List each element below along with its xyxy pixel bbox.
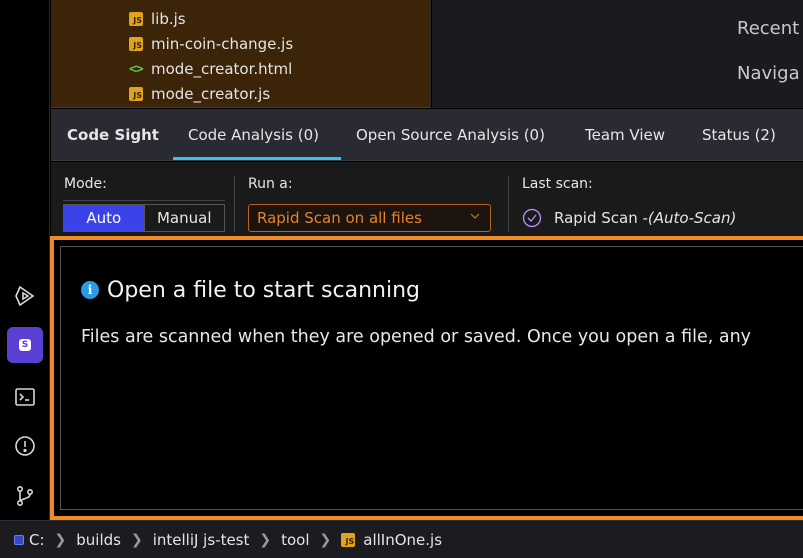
tab-team-view[interactable]: Team View <box>585 109 665 161</box>
tree-item-mode-creator-js[interactable]: JS mode_creator.js <box>129 84 270 104</box>
tree-item-label: min-coin-change.js <box>151 35 294 53</box>
activity-bar: S <box>0 0 50 520</box>
drive-icon <box>14 534 24 545</box>
mode-auto-button[interactable]: Auto <box>64 205 144 231</box>
check-circle-icon <box>522 208 542 228</box>
empty-state-title: Open a file to start scanning <box>107 278 420 303</box>
breadcrumb-label: intelliJ js-test <box>152 530 250 549</box>
js-file-icon: JS <box>341 532 356 547</box>
project-file-tree: JS lib.js JS min-coin-change.js <> mode_… <box>51 0 431 108</box>
mode-toggle: Auto Manual <box>63 204 225 232</box>
breadcrumb-item-builds[interactable]: builds <box>76 531 121 549</box>
js-file-icon: JS <box>129 37 143 51</box>
chevron-right-icon: ❯ <box>130 531 143 548</box>
terminal-icon[interactable] <box>7 379 43 415</box>
git-icon[interactable] <box>7 478 43 514</box>
run-label: Run a: <box>248 176 293 192</box>
tree-item-lib-js[interactable]: JS lib.js <box>129 9 186 29</box>
run-scan-value: Rapid Scan on all files <box>257 209 422 227</box>
code-sight-badge: S <box>19 339 31 351</box>
last-scan-type: Rapid Scan - <box>554 209 648 227</box>
welcome-panel: Recent Naviga <box>432 0 803 108</box>
run-scan-select[interactable]: Rapid Scan on all files <box>248 204 491 232</box>
controls-separator <box>234 176 235 232</box>
mode-divider <box>63 200 225 201</box>
last-scan-label: Last scan: <box>522 176 593 192</box>
breadcrumb-item-file[interactable]: JS allInOne.js <box>341 531 442 549</box>
problems-icon[interactable] <box>7 428 43 464</box>
tree-item-label: lib.js <box>151 10 186 28</box>
tree-item-mode-creator-html[interactable]: <> mode_creator.html <box>129 59 292 79</box>
info-icon: i <box>81 281 99 299</box>
chevron-right-icon: ❯ <box>259 531 272 548</box>
code-sight-tabs: Code Sight Code Analysis (0) Open Source… <box>51 109 803 161</box>
breadcrumb-item-drive[interactable]: C: <box>14 531 45 549</box>
run-icon[interactable] <box>7 278 43 314</box>
tab-open-source-analysis[interactable]: Open Source Analysis (0) <box>356 109 545 161</box>
chevron-right-icon: ❯ <box>54 531 67 548</box>
active-tab-indicator <box>173 157 341 160</box>
js-file-icon: JS <box>129 87 143 101</box>
chevron-right-icon: ❯ <box>319 531 332 548</box>
breadcrumb-item-project[interactable]: intelliJ js-test <box>153 531 250 549</box>
code-sight-icon[interactable]: S <box>7 327 43 363</box>
mode-manual-button[interactable]: Manual <box>143 205 224 231</box>
scan-controls: Mode: Auto Manual Run a: Rapid Scan on a… <box>51 162 803 238</box>
tree-item-min-coin-change-js[interactable]: JS min-coin-change.js <box>129 34 293 54</box>
recent-link[interactable]: Recent <box>737 18 799 39</box>
chevron-down-icon <box>470 213 480 219</box>
html-file-icon: <> <box>129 61 144 77</box>
scan-results-panel: i Open a file to start scanning Files ar… <box>50 236 803 520</box>
tree-item-label: mode_creator.html <box>151 60 293 78</box>
breadcrumb-label: tool <box>281 530 310 549</box>
navigate-link[interactable]: Naviga <box>737 63 800 84</box>
ide-window: S JS lib.js JS min-coin-change.js <> mod… <box>0 0 803 558</box>
mode-label: Mode: <box>64 176 107 192</box>
scan-results-content: i Open a file to start scanning Files ar… <box>60 246 803 510</box>
breadcrumb-item-tool[interactable]: tool <box>281 531 309 549</box>
last-scan-mode: (Auto-Scan) <box>647 209 737 227</box>
empty-state-description: Files are scanned when they are opened o… <box>81 327 752 347</box>
tab-code-analysis[interactable]: Code Analysis (0) <box>188 109 319 161</box>
breadcrumb-label: C: <box>29 530 45 549</box>
breadcrumb-label: allInOne.js <box>363 530 443 549</box>
js-file-icon: JS <box>129 12 143 26</box>
code-sight-title: Code Sight <box>67 126 159 144</box>
tree-item-label: mode_creator.js <box>151 85 271 103</box>
breadcrumb-label: builds <box>76 530 121 549</box>
breadcrumb: C: ❯ builds ❯ intelliJ js-test ❯ tool ❯ … <box>0 520 803 558</box>
controls-separator <box>508 176 509 232</box>
last-scan-status: Rapid Scan - (Auto-Scan) <box>522 204 736 232</box>
tab-status[interactable]: Status (2) <box>702 109 776 161</box>
